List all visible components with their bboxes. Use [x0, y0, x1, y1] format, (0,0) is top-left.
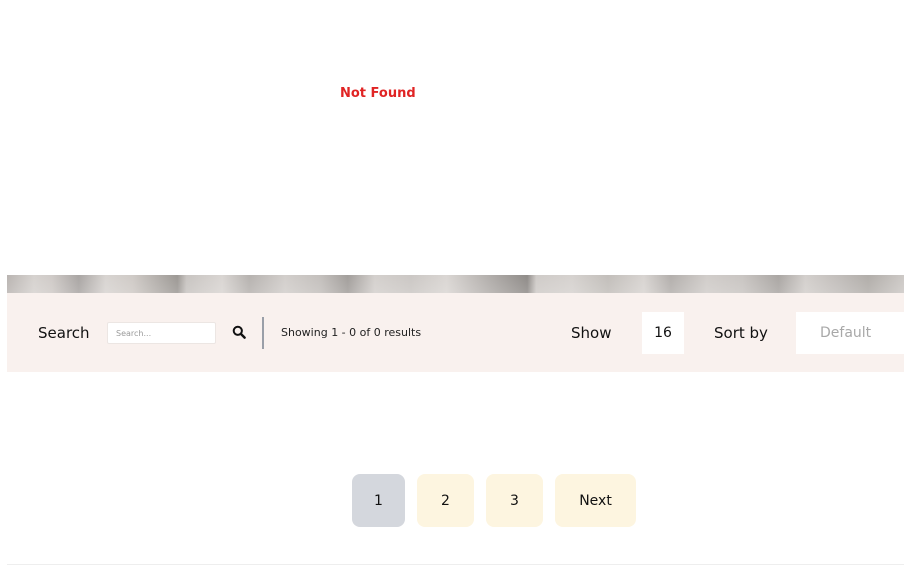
shop-filter-bar: Search Showing 1 - 0 of 0 results Show 1… [7, 293, 904, 372]
search-button[interactable] [230, 323, 248, 343]
not-found-message: Not Found [340, 86, 416, 101]
bottom-divider [7, 564, 904, 565]
pagination-page-1[interactable]: 1 [352, 474, 405, 527]
search-label: Search [38, 324, 90, 342]
show-label: Show [571, 324, 612, 342]
pagination-page-3[interactable]: 3 [486, 474, 543, 527]
results-count-text: Showing 1 - 0 of 0 results [281, 326, 422, 339]
sort-by-label: Sort by [714, 324, 768, 342]
search-icon [232, 325, 246, 339]
pagination-page-2[interactable]: 2 [417, 474, 474, 527]
shop-page: Not Found Search Showing 1 - 0 of 0 resu… [0, 0, 904, 567]
filter-divider [262, 317, 264, 349]
sort-by-select[interactable]: Default [796, 312, 904, 354]
banner-image-strip [7, 275, 904, 293]
show-count-input[interactable]: 16 [642, 312, 684, 354]
pagination-next-button[interactable]: Next [555, 474, 636, 527]
search-input[interactable] [107, 322, 216, 344]
